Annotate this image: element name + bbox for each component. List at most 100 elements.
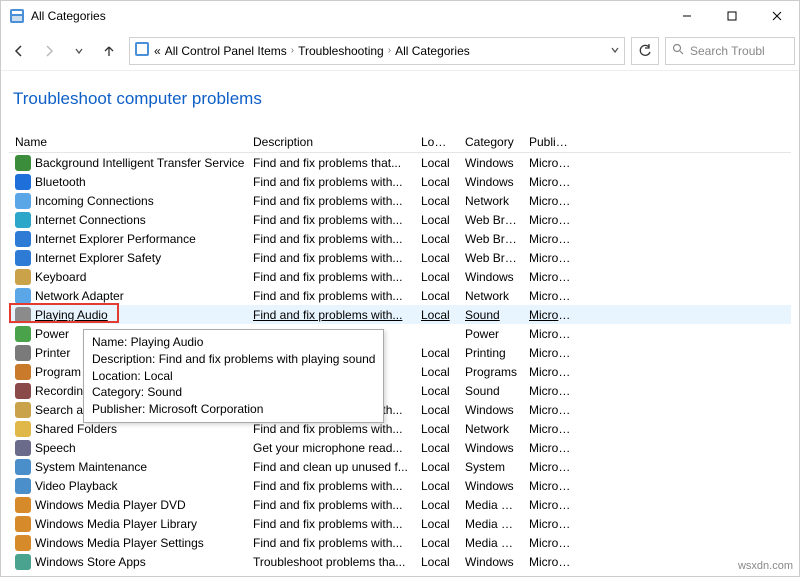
table-row[interactable]: Background Intelligent Transfer ServiceF… [9,153,791,172]
row-publisher: Microso... [523,346,579,360]
row-category: Programs [459,365,523,379]
col-category[interactable]: Category [459,135,523,149]
troubleshooter-icon [15,554,31,570]
table-row[interactable]: Bluetooth Find and fix problems with...Lo… [9,172,791,191]
row-location: Local [415,403,459,417]
table-row[interactable]: Windows Media Player DVDFind and fix pro… [9,495,791,514]
table-row[interactable]: Network AdapterFind and fix problems wit… [9,286,791,305]
row-location: Local [415,232,459,246]
troubleshooter-icon [15,478,31,494]
table-row[interactable]: Video PlaybackFind and fix problems with… [9,476,791,495]
row-publisher: Microso... [523,555,579,569]
row-location: Local [415,536,459,550]
row-publisher: Microso... [523,384,579,398]
row-name: Keyboard [35,270,86,284]
up-button[interactable] [95,37,123,65]
col-description[interactable]: Description [247,135,415,149]
refresh-button[interactable] [631,37,659,65]
breadcrumb-item[interactable]: All Control Panel Items [165,44,287,58]
table-row[interactable]: KeyboardFind and fix problems with...Loc… [9,267,791,286]
row-location: Local [415,251,459,265]
breadcrumb-item[interactable]: All Categories [395,44,470,58]
table-row[interactable]: Windows Store AppsTroubleshoot problems … [9,552,791,571]
row-category: Windows [459,156,523,170]
row-description: Troubleshoot problems tha... [247,555,415,569]
address-icon [134,41,150,60]
table-row[interactable]: Incoming ConnectionsFind and fix problem… [9,191,791,210]
col-name[interactable]: Name [9,135,247,149]
troubleshooter-icon [15,402,31,418]
troubleshooter-icon [15,345,31,361]
row-location: Local [415,289,459,303]
troubleshooter-icon [15,174,31,190]
row-category: Web Bro... [459,251,523,265]
row-name: Background Intelligent Transfer Service [35,156,244,170]
row-name: Windows Media Player Library [35,517,197,531]
row-name: Speech [35,441,76,455]
forward-button[interactable] [35,37,63,65]
row-category: Windows [459,175,523,189]
troubleshooter-icon [15,231,31,247]
row-location: Local [415,517,459,531]
address-bar[interactable]: « All Control Panel Items › Troubleshoot… [129,37,625,65]
table-row[interactable]: Windows Media Player LibraryFind and fix… [9,514,791,533]
troubleshooter-icon [15,440,31,456]
troubleshooter-icon [15,326,31,342]
row-description: Find and fix problems with... [247,498,415,512]
tooltip-line: Publisher: Microsoft Corporation [92,401,375,418]
row-publisher: Microso... [523,289,579,303]
maximize-button[interactable] [709,1,754,31]
row-name: Playing Audio [35,308,108,322]
col-location[interactable]: Locat... [415,135,459,149]
minimize-button[interactable] [664,1,709,31]
window-title: All Categories [31,9,664,23]
row-category: Network [459,422,523,436]
table-row[interactable]: Playing AudioFind and fix problems with.… [9,305,791,324]
table-row[interactable]: Internet Explorer PerformanceFind and fi… [9,229,791,248]
table-row[interactable]: System MaintenanceFind and clean up unus… [9,457,791,476]
tooltip-line: Description: Find and fix problems with … [92,351,375,368]
row-location: Local [415,175,459,189]
row-description: Find and fix problems with... [247,270,415,284]
table-row[interactable]: Internet ConnectionsFind and fix problem… [9,210,791,229]
search-input[interactable]: Search Troubl [665,37,795,65]
row-category: Windows [459,555,523,569]
row-location: Local [415,460,459,474]
address-dropdown[interactable] [610,44,620,58]
row-category: Network [459,194,523,208]
breadcrumb-item[interactable]: Troubleshooting [298,44,384,58]
troubleshooter-icon [15,421,31,437]
row-publisher: Microso... [523,403,579,417]
row-name: Incoming Connections [35,194,154,208]
row-publisher: Microso... [523,365,579,379]
table-row[interactable]: Windows Media Player SettingsFind and fi… [9,533,791,552]
row-location: Local [415,156,459,170]
row-category: Windows [459,403,523,417]
troubleshooter-icon [15,497,31,513]
row-publisher: Microso... [523,156,579,170]
row-name: Shared Folders [35,422,117,436]
troubleshooter-icon [15,269,31,285]
table-row[interactable]: Internet Explorer SafetyFind and fix pro… [9,248,791,267]
row-description: Find and fix problems with... [247,422,415,436]
row-name: Bluetooth [35,175,86,189]
col-publisher[interactable]: Publisher [523,135,579,149]
row-description: Find and fix problems that... [247,156,415,170]
row-publisher: Microso... [523,479,579,493]
row-category: Printing [459,346,523,360]
troubleshooter-icon [15,155,31,171]
row-location: Local [415,555,459,569]
row-publisher: Microso... [523,517,579,531]
table-row[interactable]: SpeechGet your microphone read...LocalWi… [9,438,791,457]
row-description: Find and fix problems with... [247,175,415,189]
row-category: System [459,460,523,474]
back-button[interactable] [5,37,33,65]
troubleshooter-icon [15,535,31,551]
close-button[interactable] [754,1,799,31]
row-publisher: Microso... [523,175,579,189]
row-publisher: Microso... [523,536,579,550]
recent-dropdown[interactable] [65,37,93,65]
row-description: Find and fix problems with... [247,289,415,303]
row-description: Find and fix problems with... [247,232,415,246]
tooltip-line: Location: Local [92,368,375,385]
